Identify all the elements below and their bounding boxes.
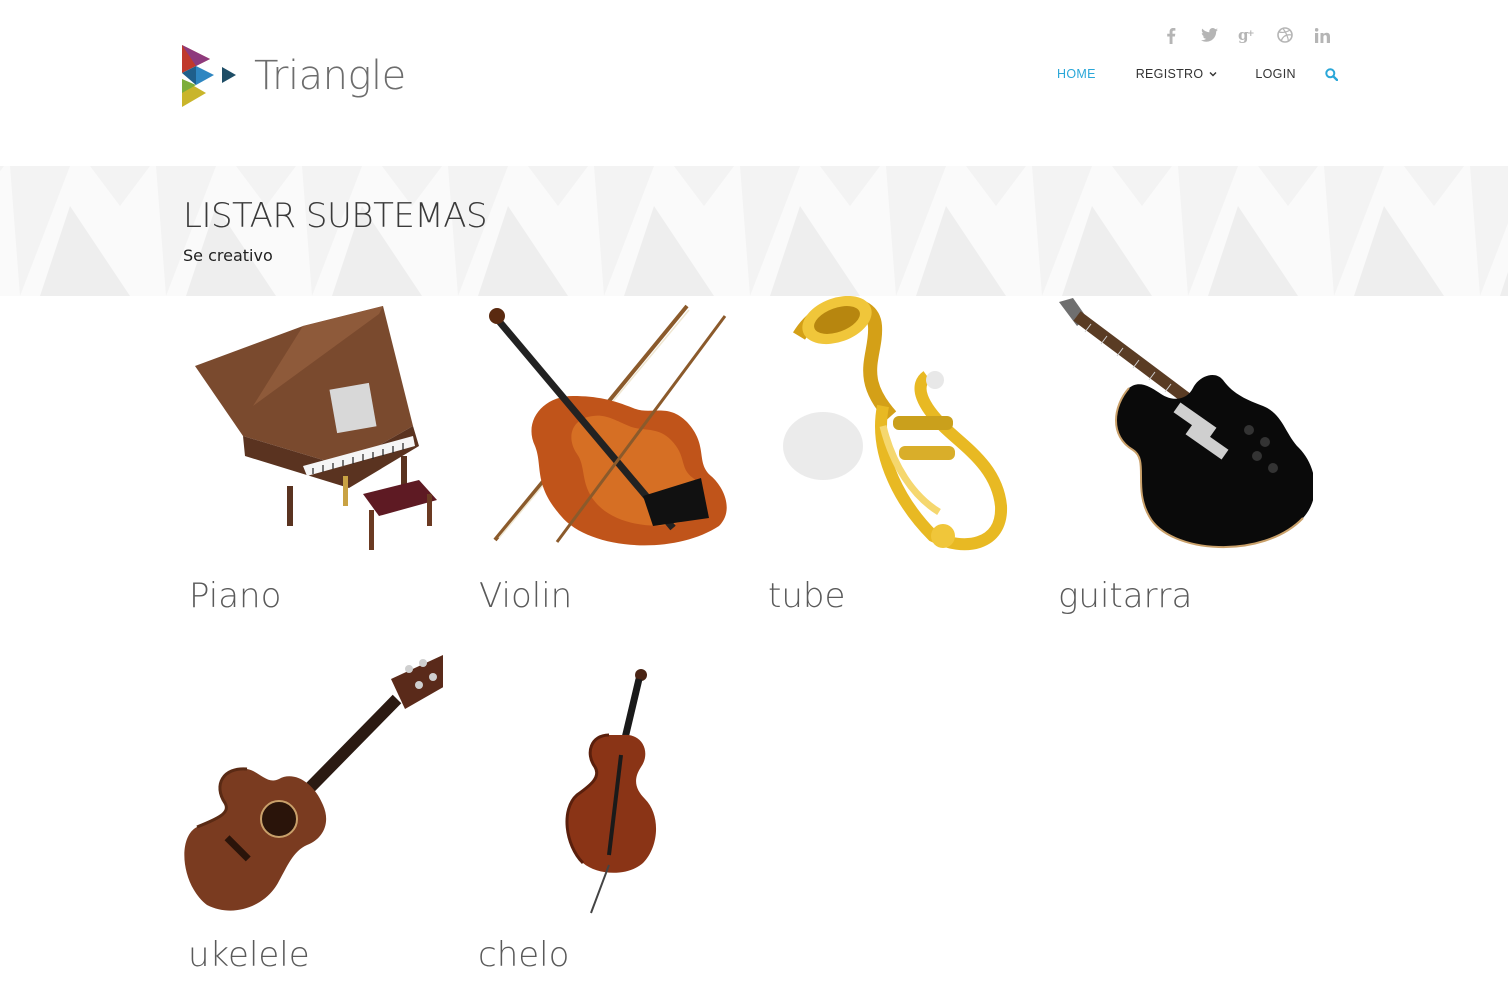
nav-registro-label: REGISTRO <box>1135 67 1204 81</box>
banner-triangle <box>1404 166 1464 206</box>
brand-logo[interactable]: Triangle <box>182 45 406 107</box>
banner-triangle <box>1062 206 1152 296</box>
page-subtitle: Se creativo <box>183 246 273 265</box>
subtopic-label-guitarra[interactable]: guitarra <box>1058 576 1192 616</box>
banner-triangle <box>528 166 588 206</box>
banner-triangle <box>40 206 130 296</box>
page-title: LISTAR SUBTEMAS <box>183 196 488 236</box>
subtopic-label-ukelele[interactable]: ukelele <box>188 935 310 975</box>
violin-image[interactable] <box>473 296 733 556</box>
twitter-icon[interactable] <box>1190 24 1228 46</box>
banner-triangle <box>90 166 150 206</box>
main-nav: HOME REGISTRO LOGIN <box>1040 66 1340 82</box>
banner-triangle <box>0 166 4 172</box>
linkedin-icon[interactable] <box>1304 24 1342 46</box>
banner-triangle <box>674 166 734 206</box>
social-links: g + <box>1152 24 1342 46</box>
subtopic-card-chelo[interactable]: chelo <box>473 655 733 975</box>
banner-triangle <box>770 206 860 296</box>
banner-triangle <box>1258 166 1318 206</box>
nav-home[interactable]: HOME <box>1057 67 1096 81</box>
dribbble-icon[interactable] <box>1266 24 1304 46</box>
subtopic-card-tube[interactable]: tube <box>763 296 1023 616</box>
subtopic-label-violin[interactable]: Violin <box>479 576 572 616</box>
subtopic-card-violin[interactable]: Violin <box>473 296 733 616</box>
banner-triangle <box>478 206 568 296</box>
chevron-down-icon <box>1209 72 1217 77</box>
banner-triangle <box>966 166 1026 206</box>
banner-triangle <box>1208 206 1298 296</box>
cello-image[interactable] <box>473 655 733 915</box>
google-plus-icon[interactable]: g + <box>1228 24 1266 46</box>
ukulele-image[interactable] <box>183 655 443 915</box>
banner-triangle <box>820 166 880 206</box>
nav-registro[interactable]: REGISTRO <box>1136 67 1218 81</box>
guitar-image[interactable] <box>1053 296 1313 556</box>
subtopic-label-piano[interactable]: Piano <box>189 576 281 616</box>
banner-triangle <box>1112 166 1172 206</box>
subtopic-card-piano[interactable]: Piano <box>183 296 443 616</box>
banner-triangle <box>916 206 1006 296</box>
nav-login[interactable]: LOGIN <box>1255 67 1295 81</box>
subtopic-label-tube[interactable]: tube <box>768 576 845 616</box>
search-icon[interactable] <box>1324 66 1340 82</box>
facebook-icon[interactable] <box>1152 24 1190 46</box>
subtopic-card-ukelele[interactable]: ukelele <box>183 655 443 975</box>
banner-triangle <box>1470 166 1508 296</box>
subtopic-card-guitarra[interactable]: guitarra <box>1053 296 1313 616</box>
banner-triangle <box>624 206 714 296</box>
svg-text:+: + <box>1247 29 1255 39</box>
brand-name: Triangle <box>254 53 406 99</box>
subtopic-label-chelo[interactable]: chelo <box>478 935 569 975</box>
triangle-logo-icon <box>182 45 236 107</box>
piano-image[interactable] <box>183 296 443 556</box>
banner-triangle <box>1354 206 1444 296</box>
tuba-image[interactable] <box>763 296 1023 556</box>
